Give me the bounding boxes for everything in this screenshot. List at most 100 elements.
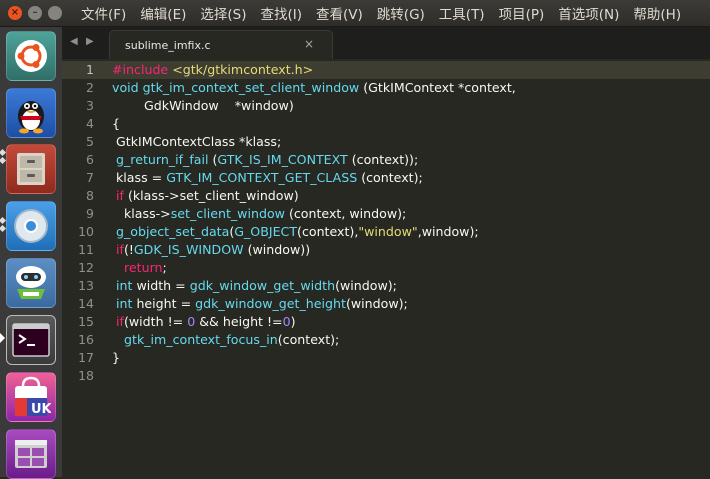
code-token: ; xyxy=(162,260,167,275)
menu-view[interactable]: 查看(V) xyxy=(309,3,370,23)
code-line[interactable]: if(!GDK_IS_WINDOW (window)) xyxy=(112,241,310,259)
launcher-ubuntu-store[interactable]: UK xyxy=(6,372,56,422)
nav-forward-icon[interactable]: ▶ xyxy=(86,36,94,47)
menu-help[interactable]: 帮助(H) xyxy=(626,3,688,23)
code-line[interactable]: g_return_if_fail (GTK_IS_IM_CONTEXT (con… xyxy=(112,151,418,169)
line-number: 3 xyxy=(86,98,94,113)
code-token: void xyxy=(112,80,143,95)
code-line[interactable]: void gtk_im_context_set_client_window (G… xyxy=(112,79,516,97)
menu-file[interactable]: 文件(F) xyxy=(74,3,133,23)
line-number: 8 xyxy=(86,188,94,203)
code-line[interactable]: GtkIMContextClass *klass; xyxy=(112,133,281,151)
line-number: 15 xyxy=(78,314,94,329)
line-number: 11 xyxy=(78,242,94,257)
code-line[interactable]: if(width != 0 && height !=0) xyxy=(112,313,296,331)
code-area[interactable]: #include <gtk/gtkimcontext.h> void gtk_im… xyxy=(112,59,710,477)
launcher-ubuntu-dash[interactable] xyxy=(6,31,56,81)
code-token: int xyxy=(116,296,133,311)
launcher-monitor-app[interactable] xyxy=(6,258,56,308)
launcher-workspace-switcher[interactable] xyxy=(6,429,56,479)
line-number-gutter: 1 2 3 4 5 6 7 8 9 10 11 12 13 14 15 16 17 18 xyxy=(62,59,110,477)
code-token: (context, window); xyxy=(284,206,407,221)
close-icon[interactable]: × xyxy=(304,37,314,51)
penguin-icon xyxy=(18,101,44,134)
menu-edit[interactable]: 编辑(E) xyxy=(133,3,193,23)
code-token: 0 xyxy=(187,314,196,329)
code-token: g_object_set_data xyxy=(116,224,230,239)
close-icon: × xyxy=(10,7,20,18)
tab-bar: ◀ ▶ sublime_imfix.c × xyxy=(62,27,710,59)
code-token: gdk_window_get_height xyxy=(195,296,346,311)
launcher-files[interactable] xyxy=(6,144,56,194)
code-token: width = xyxy=(132,278,190,293)
tab-sublime-imfix[interactable]: sublime_imfix.c × xyxy=(109,30,333,59)
code-token: if xyxy=(116,188,124,203)
menu-preferences[interactable]: 首选项(N) xyxy=(551,3,626,23)
code-token: set_client_window xyxy=(170,206,285,221)
launcher-chromium[interactable] xyxy=(6,201,56,251)
code-token: G_OBJECT xyxy=(234,224,298,239)
code-token: { xyxy=(112,116,121,131)
code-token: if xyxy=(116,242,124,257)
code-token: (context); xyxy=(277,332,340,347)
workspaces-icon xyxy=(15,440,47,468)
code-token: return xyxy=(124,260,163,275)
code-token: (GtkIMContext *context, xyxy=(359,80,516,95)
active-indicator xyxy=(0,333,5,343)
code-line[interactable]: } xyxy=(112,349,120,367)
code-line[interactable]: g_object_set_data(G_OBJECT(context),"win… xyxy=(112,223,479,241)
code-token: } xyxy=(112,350,121,365)
menu-find[interactable]: 查找(I) xyxy=(254,3,310,23)
minimize-button[interactable]: – xyxy=(28,6,42,20)
menu-items: 文件(F) 编辑(E) 选择(S) 查找(I) 查看(V) 跳转(G) 工具(T… xyxy=(74,3,688,23)
code-line[interactable]: klass = GTK_IM_CONTEXT_GET_CLASS (contex… xyxy=(112,169,423,187)
line-number: 7 xyxy=(86,170,94,185)
svg-text:UK: UK xyxy=(31,402,51,417)
tab-title: sublime_imfix.c xyxy=(125,39,211,52)
code-token: && height != xyxy=(195,314,283,329)
line-number: 17 xyxy=(78,350,94,365)
code-token: (window); xyxy=(345,296,408,311)
menu-bar: × – 文件(F) 编辑(E) 选择(S) 查找(I) 查看(V) 跳转(G) … xyxy=(0,0,710,27)
code-token: 0 xyxy=(282,314,291,329)
code-line[interactable]: GdkWindow *window) xyxy=(112,97,294,115)
line-number: 4 xyxy=(86,116,94,131)
nav-back-icon[interactable]: ◀ xyxy=(70,36,78,47)
code-line[interactable]: { xyxy=(112,115,120,133)
line-number: 16 xyxy=(78,332,94,347)
menu-goto[interactable]: 跳转(G) xyxy=(370,3,432,23)
menu-selection[interactable]: 选择(S) xyxy=(193,3,253,23)
code-token: height = xyxy=(132,296,196,311)
menu-tools[interactable]: 工具(T) xyxy=(432,3,492,23)
code-line[interactable]: int width = gdk_window_get_width(window)… xyxy=(112,277,397,295)
maximize-button[interactable] xyxy=(48,6,62,20)
line-number: 14 xyxy=(78,296,94,311)
code-line[interactable]: if (klass->set_client_window) xyxy=(112,187,299,205)
code-token: (context); xyxy=(357,170,423,185)
code-token: #include xyxy=(112,62,173,77)
menu-project[interactable]: 项目(P) xyxy=(492,3,552,23)
editor-window: ◀ ▶ sublime_imfix.c × 1 2 3 4 5 6 7 8 9 10 11 12 13 1… xyxy=(62,27,710,477)
code-token: (context)); xyxy=(347,152,419,167)
code-token: (klass->set_client_window) xyxy=(123,188,299,203)
code-line[interactable]: return; xyxy=(112,259,167,277)
code-token: g_return_if_fail xyxy=(116,152,209,167)
code-token: ,window); xyxy=(417,224,479,239)
code-line[interactable]: #include <gtk/gtkimcontext.h> xyxy=(112,61,313,79)
close-button[interactable]: × xyxy=(8,6,22,20)
code-token: GtkIMContextClass *klass; xyxy=(112,134,282,149)
code-line[interactable]: gtk_im_context_focus_in(context); xyxy=(112,331,339,349)
line-number: 6 xyxy=(86,152,94,167)
code-line[interactable]: klass->set_client_window (context, windo… xyxy=(112,205,406,223)
code-token: gdk_window_get_width xyxy=(189,278,336,293)
code-token: GTK_IM_CONTEXT_GET_CLASS xyxy=(166,170,358,185)
code-token: if xyxy=(116,314,124,329)
code-line[interactable]: int height = gdk_window_get_height(windo… xyxy=(112,295,408,313)
code-token: gtk_im_context_focus_in xyxy=(124,332,278,347)
launcher-terminal[interactable] xyxy=(6,315,56,365)
launcher-qq[interactable] xyxy=(6,88,56,138)
line-number: 1 xyxy=(86,62,94,77)
shopping-bag-icon: UK xyxy=(15,376,51,417)
line-number: 12 xyxy=(78,260,94,275)
